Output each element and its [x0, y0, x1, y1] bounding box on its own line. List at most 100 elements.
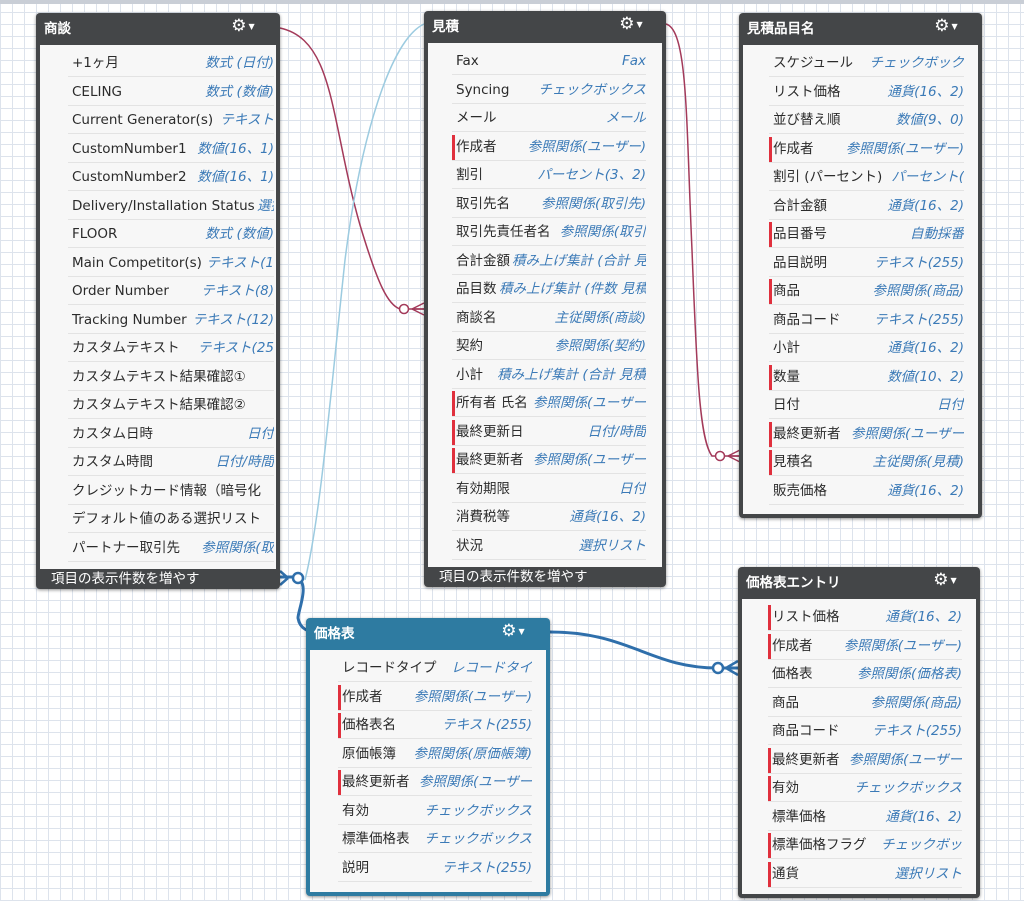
- show-more-fields-link[interactable]: 項目の表示件数を増やす: [424, 563, 666, 587]
- gear-menu-button[interactable]: ⚙ ▼: [928, 570, 962, 590]
- relation-line-kakakuhyo-entry[interactable]: [549, 630, 738, 670]
- field-row[interactable]: Main Competitor(s) テキスト(1: [68, 249, 274, 277]
- relation-end-circle: [714, 450, 726, 462]
- field-row[interactable]: 状況 選択リスト: [452, 532, 646, 560]
- relation-end-circle: [711, 661, 725, 675]
- field-row[interactable]: 小計 通貨(16、2): [769, 334, 964, 362]
- field-row[interactable]: 割引 パーセント(3、2): [452, 161, 646, 189]
- field-row[interactable]: 日付 日付: [769, 391, 964, 419]
- field-row[interactable]: 原価帳簿 参照関係(原価帳簿): [338, 740, 532, 768]
- field-row[interactable]: 最終更新者 参照関係(ユーザー: [452, 446, 646, 474]
- field-row[interactable]: 見積名 主従関係(見積): [769, 448, 964, 476]
- field-row[interactable]: 有効 チェックボックス: [338, 797, 532, 825]
- field-row[interactable]: 取引先責任者名 参照関係(取引: [452, 218, 646, 246]
- field-row[interactable]: 作成者 参照関係(ユーザー): [452, 133, 646, 161]
- field-row[interactable]: Order Number テキスト(8): [68, 277, 274, 305]
- field-row[interactable]: 標準価格表 チェックボックス: [338, 825, 532, 853]
- field-row[interactable]: 有効期限 日付: [452, 475, 646, 503]
- field-row[interactable]: 作成者 参照関係(ユーザー): [768, 632, 962, 660]
- field-row[interactable]: パートナー取引先 参照関係(取: [68, 534, 274, 562]
- required-marker: [768, 776, 771, 801]
- field-row[interactable]: 価格表 参照関係(価格表): [768, 660, 962, 688]
- field-row[interactable]: Delivery/Installation Status選択: [68, 192, 274, 220]
- gear-menu-button[interactable]: ⚙ ▼: [614, 14, 648, 34]
- field-row[interactable]: メール メール: [452, 104, 646, 132]
- field-row[interactable]: リスト価格 通貨(16、2): [769, 78, 964, 106]
- field-name: Delivery/Installation Status: [72, 197, 255, 214]
- field-row[interactable]: Fax Fax: [452, 47, 646, 75]
- field-row[interactable]: 数量 数値(10、2): [769, 363, 964, 391]
- field-row[interactable]: 消費税等 通貨(16、2): [452, 503, 646, 531]
- field-type: 参照関係(原価帳簿): [413, 745, 532, 762]
- field-row[interactable]: 品目数 積み上げ集計 (件数 見積: [452, 275, 646, 303]
- gear-menu-button[interactable]: ⚙ ▼: [226, 16, 260, 36]
- field-type: テキスト(1: [206, 254, 274, 271]
- field-row[interactable]: 販売価格 通貨(16、2): [769, 477, 964, 505]
- field-name: レコードタイプ: [342, 660, 437, 676]
- field-row[interactable]: 契約 参照関係(契約): [452, 332, 646, 360]
- field-row[interactable]: 最終更新日 日付/時間: [452, 418, 646, 446]
- field-row[interactable]: 合計金額 通貨(16、2): [769, 192, 964, 220]
- field-row[interactable]: カスタム時間 日付/時間: [68, 448, 274, 476]
- field-type: 数値(16、1): [197, 140, 274, 157]
- field-name: 価格表名: [342, 717, 396, 733]
- field-type: テキスト(255): [874, 254, 964, 271]
- field-row[interactable]: 商品 参照関係(商品): [769, 277, 964, 305]
- field-type: 選択リスト: [578, 537, 647, 554]
- object-card-mitsumori-hinmoku[interactable]: 見積品目名 ⚙ ▼ スケジュール チェックボック リスト価格 通貨(16、2) 並び替え順…: [739, 13, 982, 518]
- field-row[interactable]: 所有者 氏名 参照関係(ユーザー: [452, 389, 646, 417]
- gear-menu-button[interactable]: ⚙ ▼: [929, 16, 963, 36]
- field-row[interactable]: 有効 チェックボックス: [768, 774, 962, 802]
- relation-line-mitsumori-kakakuhyo[interactable]: [304, 23, 425, 581]
- field-row[interactable]: 小計 積み上げ集計 (合計 見積: [452, 361, 646, 389]
- field-row[interactable]: Current Generator(s) テキスト: [68, 106, 274, 134]
- field-row[interactable]: +1ヶ月 数式 (日付): [68, 49, 274, 77]
- field-row[interactable]: 作成者 参照関係(ユーザー): [338, 683, 532, 711]
- field-row[interactable]: 作成者 参照関係(ユーザー): [769, 135, 964, 163]
- field-row[interactable]: カスタムテキスト結果確認②: [68, 391, 274, 419]
- field-row[interactable]: スケジュール チェックボック: [769, 49, 964, 77]
- field-row[interactable]: 説明 テキスト(255): [338, 854, 532, 882]
- field-row[interactable]: カスタム日時 日付: [68, 420, 274, 448]
- field-row[interactable]: 取引先名 参照関係(取引先): [452, 190, 646, 218]
- field-type: 主従関係(商談): [554, 309, 646, 326]
- field-row[interactable]: FLOOR 数式 (数値): [68, 220, 274, 248]
- required-marker: [452, 419, 455, 445]
- field-row[interactable]: デフォルト値のある選択リスト: [68, 505, 274, 533]
- relation-line-mitsumori-hinmoku[interactable]: [665, 23, 740, 457]
- field-row[interactable]: 品目番号 自動採番: [769, 220, 964, 248]
- field-row[interactable]: Tracking Number テキスト(12): [68, 306, 274, 334]
- relation-line-shodan-mitsumori[interactable]: [279, 27, 424, 310]
- field-row[interactable]: CustomNumber1 数値(16、1): [68, 135, 274, 163]
- field-row[interactable]: 最終更新者 参照関係(ユーザー: [338, 768, 532, 796]
- field-row[interactable]: CELING 数式 (数値): [68, 78, 274, 106]
- field-row[interactable]: 商品コード テキスト(255): [768, 717, 962, 745]
- field-list: スケジュール チェックボック リスト価格 通貨(16、2) 並び替え順 数値(9、0) 作成…: [743, 45, 978, 514]
- field-row[interactable]: 商談名 主従関係(商談): [452, 304, 646, 332]
- field-row[interactable]: 並び替え順 数値(9、0): [769, 106, 964, 134]
- field-row[interactable]: 割引 (パーセント) パーセント(: [769, 163, 964, 191]
- field-row[interactable]: 標準価格フラグ チェックボッ: [768, 831, 962, 859]
- field-row[interactable]: 標準価格 通貨(16、2): [768, 803, 962, 831]
- field-row[interactable]: カスタムテキスト結果確認①: [68, 363, 274, 391]
- object-card-shodan[interactable]: 商談 ⚙ ▼ +1ヶ月 数式 (日付) CELING 数式 (数値) Current Ge…: [36, 13, 280, 589]
- field-row[interactable]: 最終更新者 参照関係(ユーザー: [769, 420, 964, 448]
- show-more-fields-link[interactable]: 項目の表示件数を増やす: [36, 565, 280, 589]
- field-row[interactable]: レコードタイプ レコードタイ: [338, 654, 532, 682]
- object-card-kakakuhyo[interactable]: 価格表 ⚙ ▼ レコードタイプ レコードタイ 作成者 参照関係(ユーザー) 価格表名 テキス…: [306, 618, 550, 896]
- field-row[interactable]: 合計金額 積み上げ集計 (合計 見: [452, 247, 646, 275]
- field-row[interactable]: カスタムテキスト テキスト(25: [68, 334, 274, 362]
- field-row[interactable]: クレジットカード情報（暗号化: [68, 477, 274, 505]
- object-card-mitsumori[interactable]: 見積 ⚙ ▼ Fax Fax Syncing チェックボックス メール メール 作成者 参照関係…: [424, 11, 666, 587]
- field-row[interactable]: 商品コード テキスト(255): [769, 306, 964, 334]
- field-row[interactable]: CustomNumber2 数値(16、1): [68, 163, 274, 191]
- field-row[interactable]: 最終更新者 参照関係(ユーザー: [768, 746, 962, 774]
- field-row[interactable]: リスト価格 通貨(16、2): [768, 603, 962, 631]
- field-row[interactable]: 価格表名 テキスト(255): [338, 711, 532, 739]
- object-card-kakakuhyo-entry[interactable]: 価格表エントリ ⚙ ▼ リスト価格 通貨(16、2) 作成者 参照関係(ユーザー) 価格表…: [738, 567, 980, 898]
- field-row[interactable]: 通貨 選択リスト: [768, 860, 962, 888]
- field-row[interactable]: Syncing チェックボックス: [452, 76, 646, 104]
- field-row[interactable]: 商品 参照関係(商品): [768, 689, 962, 717]
- field-row[interactable]: 品目説明 テキスト(255): [769, 249, 964, 277]
- gear-menu-button[interactable]: ⚙ ▼: [496, 621, 530, 641]
